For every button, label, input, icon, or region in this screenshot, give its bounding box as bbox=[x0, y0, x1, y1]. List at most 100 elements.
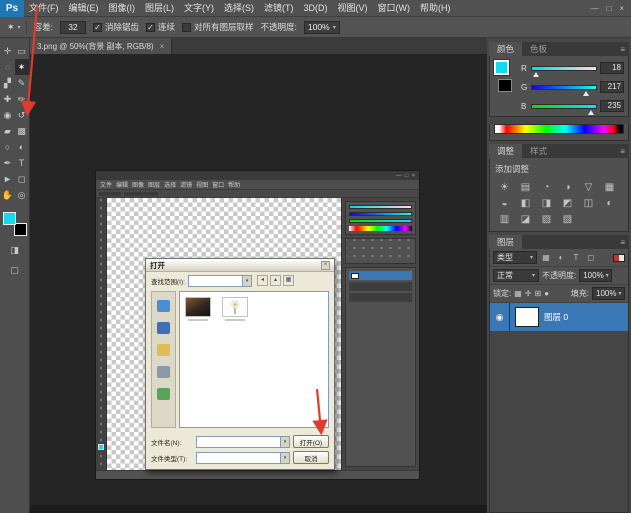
blue-slider[interactable] bbox=[531, 104, 597, 109]
menu-layer[interactable]: 图层(L) bbox=[140, 0, 179, 17]
document-tab[interactable]: 3.png @ 50%(背景 副本, RGB/8) × bbox=[30, 38, 172, 54]
cancel-button[interactable]: 取消 bbox=[293, 451, 329, 464]
adj-threshold-icon[interactable]: ◪ bbox=[515, 211, 536, 227]
tool-preset-picker[interactable]: ✶ ▾ bbox=[5, 21, 27, 34]
fill-select[interactable]: 100% ▾ bbox=[592, 287, 625, 300]
layer-visibility-eye-icon[interactable]: ◉ bbox=[490, 303, 510, 331]
red-slider[interactable] bbox=[531, 66, 597, 71]
quick-mask-icon[interactable]: ◨ bbox=[10, 245, 19, 256]
tolerance-input[interactable]: 32 bbox=[60, 21, 86, 34]
healing-brush-tool[interactable]: ✚ bbox=[1, 91, 15, 107]
network-icon[interactable] bbox=[157, 388, 170, 400]
tab-swatches[interactable]: 色板 bbox=[522, 42, 555, 56]
checkbox-unchecked-icon[interactable] bbox=[182, 23, 191, 32]
move-tool[interactable]: ✛ bbox=[1, 43, 15, 59]
file-list[interactable] bbox=[179, 291, 329, 428]
checkbox-checked-icon[interactable]: ✓ bbox=[93, 23, 102, 32]
lock-pixels-icon[interactable]: ✛ bbox=[525, 289, 532, 298]
adj-gradient-map-icon[interactable]: ▨ bbox=[536, 211, 557, 227]
adj-selective-color-icon[interactable]: ▧ bbox=[557, 211, 578, 227]
slider-thumb[interactable] bbox=[533, 72, 539, 77]
maximize-icon[interactable]: □ bbox=[606, 4, 611, 13]
adj-color-balance-icon[interactable]: ◒ bbox=[494, 195, 515, 211]
adj-channel-mixer-icon[interactable]: ◩ bbox=[557, 195, 578, 211]
adj-invert-icon[interactable]: ◐ bbox=[599, 195, 620, 211]
open-button[interactable]: 打开(O) bbox=[293, 435, 329, 448]
adj-exposure-icon[interactable]: ◑ bbox=[557, 179, 578, 195]
lasso-tool[interactable]: ◌ bbox=[1, 59, 15, 75]
menu-3d[interactable]: 3D(D) bbox=[299, 0, 333, 17]
tab-styles[interactable]: 样式 bbox=[522, 144, 555, 158]
slider-thumb[interactable] bbox=[588, 110, 594, 115]
dialog-close-icon[interactable]: × bbox=[321, 261, 330, 270]
zoom-tool[interactable]: ◎ bbox=[15, 187, 29, 203]
menu-image[interactable]: 图像(I) bbox=[104, 0, 141, 17]
look-in-select[interactable]: ▾ bbox=[188, 275, 252, 287]
eyedropper-tool[interactable]: ✎ bbox=[15, 75, 29, 91]
tab-color[interactable]: 颜色 bbox=[489, 42, 522, 56]
screen-mode-icon[interactable]: ▢ bbox=[10, 265, 19, 276]
filter-type-layers-icon[interactable]: T bbox=[570, 253, 582, 262]
adj-vibrance-icon[interactable]: ▽ bbox=[578, 179, 599, 195]
recent-documents-icon[interactable] bbox=[157, 300, 170, 312]
layer-filter-toggle-icon[interactable] bbox=[613, 254, 625, 262]
clone-stamp-tool[interactable]: ◉ bbox=[1, 107, 15, 123]
blend-mode-select[interactable]: 正常 ▾ bbox=[493, 269, 539, 282]
panel-menu-icon[interactable]: ≡ bbox=[620, 235, 629, 249]
contiguous-checkbox[interactable]: ✓ 连续 bbox=[146, 21, 175, 33]
file-item[interactable] bbox=[185, 297, 211, 321]
layer-row[interactable]: ◉ 图层 0 bbox=[490, 303, 628, 331]
gradient-tool[interactable]: ▩ bbox=[15, 123, 29, 139]
blur-tool[interactable]: ○ bbox=[1, 139, 15, 155]
adj-color-lookup-icon[interactable]: ◫ bbox=[578, 195, 599, 211]
menu-edit[interactable]: 编辑(E) bbox=[64, 0, 104, 17]
filter-shape-layers-icon[interactable]: ◻ bbox=[585, 253, 597, 262]
tab-adjustments[interactable]: 调整 bbox=[489, 144, 522, 158]
history-brush-tool[interactable]: ↺ bbox=[15, 107, 29, 123]
my-computer-icon[interactable] bbox=[157, 366, 170, 378]
dodge-tool[interactable]: ◐ bbox=[15, 139, 29, 155]
type-tool[interactable]: T bbox=[15, 155, 29, 171]
tab-layers[interactable]: 图层 bbox=[489, 235, 522, 249]
menu-view[interactable]: 视图(V) bbox=[333, 0, 373, 17]
adj-photo-filter-icon[interactable]: ◨ bbox=[536, 195, 557, 211]
layer-thumbnail[interactable] bbox=[515, 307, 539, 327]
anti-alias-checkbox[interactable]: ✓ 消除锯齿 bbox=[93, 21, 139, 33]
adj-hue-saturation-icon[interactable]: ▦ bbox=[599, 179, 620, 195]
slider-thumb[interactable] bbox=[583, 91, 589, 96]
magic-wand-tool[interactable]: ✶ bbox=[15, 59, 29, 75]
canvas-area[interactable]: — □ × 文件 编辑 图像 图层 选择 滤镜 视图 窗口 帮助 bbox=[30, 54, 487, 505]
view-menu-icon[interactable]: ▦ bbox=[283, 275, 294, 286]
menu-file[interactable]: 文件(F) bbox=[24, 0, 64, 17]
green-slider[interactable] bbox=[531, 85, 597, 90]
shape-tool[interactable]: ◻ bbox=[15, 171, 29, 187]
adj-curves-icon[interactable]: ◔ bbox=[536, 179, 557, 195]
menu-help[interactable]: 帮助(H) bbox=[415, 0, 456, 17]
checkbox-checked-icon[interactable]: ✓ bbox=[146, 23, 155, 32]
file-thumbnail-dark-image[interactable] bbox=[185, 297, 211, 317]
foreground-color-swatch[interactable] bbox=[3, 212, 16, 225]
filter-adjustment-layers-icon[interactable]: ◐ bbox=[555, 253, 567, 262]
menu-filter[interactable]: 滤镜(T) bbox=[259, 0, 299, 17]
file-type-select[interactable]: ▾ bbox=[196, 452, 290, 464]
panel-menu-icon[interactable]: ≡ bbox=[620, 144, 629, 158]
green-value[interactable]: 217 bbox=[600, 81, 624, 93]
menu-window[interactable]: 窗口(W) bbox=[373, 0, 416, 17]
layer-opacity-select[interactable]: 100% ▾ bbox=[579, 269, 612, 282]
file-thumbnail-flower-image[interactable] bbox=[222, 297, 248, 317]
close-icon[interactable]: × bbox=[619, 4, 624, 13]
opacity-select[interactable]: 100% ▾ bbox=[304, 21, 340, 34]
brush-tool[interactable]: ✏ bbox=[15, 91, 29, 107]
back-icon[interactable]: ◂ bbox=[257, 275, 268, 286]
blue-value[interactable]: 235 bbox=[600, 100, 624, 112]
minimize-icon[interactable]: — bbox=[590, 4, 598, 13]
file-name-input[interactable]: ▾ bbox=[196, 436, 290, 448]
sample-all-layers-checkbox[interactable]: 对所有图层取样 bbox=[182, 21, 254, 33]
crop-tool[interactable]: ▞ bbox=[1, 75, 15, 91]
file-item[interactable] bbox=[222, 297, 248, 321]
eraser-tool[interactable]: ▰ bbox=[1, 123, 15, 139]
adj-brightness-contrast-icon[interactable]: ☀ bbox=[494, 179, 515, 195]
menu-select[interactable]: 选择(S) bbox=[219, 0, 259, 17]
path-select-tool[interactable]: ► bbox=[1, 171, 15, 187]
foreground-color-swatch[interactable] bbox=[494, 60, 509, 75]
